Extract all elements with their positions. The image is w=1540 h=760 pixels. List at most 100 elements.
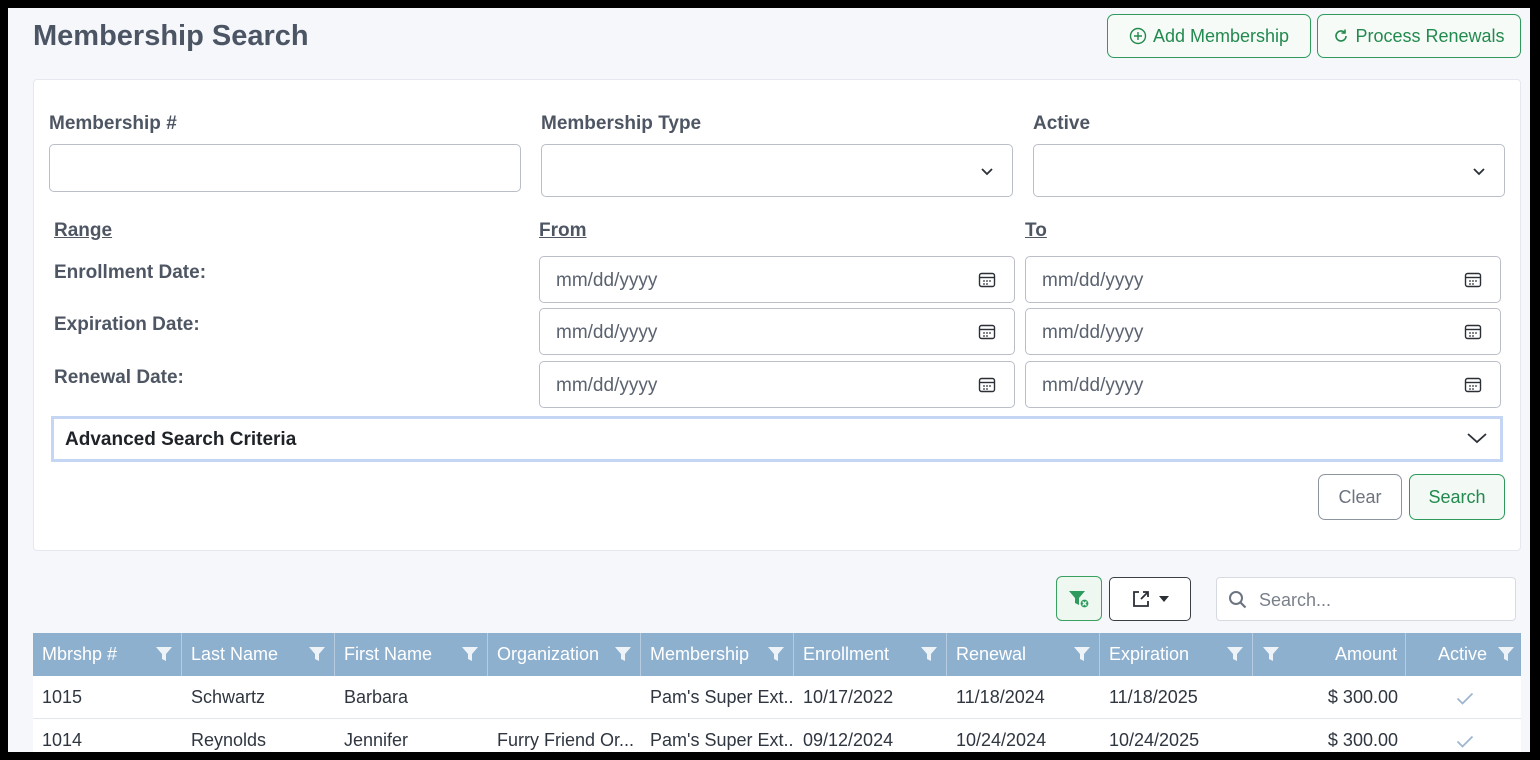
expiration-date-label: Expiration Date:: [54, 314, 200, 335]
enrollment-from-date[interactable]: mm/dd/yyyy: [539, 256, 1015, 303]
cell-last-name: Reynolds: [191, 730, 267, 750]
date-placeholder: mm/dd/yyyy: [556, 322, 658, 343]
add-membership-button[interactable]: Add Membership: [1107, 14, 1311, 58]
calendar-icon[interactable]: [1464, 376, 1482, 394]
expiration-to-date[interactable]: mm/dd/yyyy: [1025, 308, 1501, 355]
funnel-icon[interactable]: [767, 645, 785, 663]
active-label: Active: [1033, 113, 1091, 134]
cell-expiration: 11/18/2025: [1109, 687, 1198, 707]
funnel-icon[interactable]: [1262, 645, 1280, 663]
column-header-membership[interactable]: Membership: [641, 633, 794, 676]
column-header-first-name[interactable]: First Name: [335, 633, 488, 676]
search-criteria-card: Membership # Membership Type Active Rang…: [33, 79, 1521, 551]
cell-organization: Furry Friend Or...: [497, 730, 635, 750]
cell-mbrshp: 1014: [42, 730, 83, 750]
column-header-enrollment[interactable]: Enrollment: [794, 633, 947, 676]
funnel-icon[interactable]: [1497, 645, 1515, 663]
export-icon: [1133, 591, 1149, 607]
cell-mbrshp: 1015: [42, 687, 83, 707]
advanced-search-label: Advanced Search Criteria: [65, 429, 297, 450]
renewal-to-date[interactable]: mm/dd/yyyy: [1025, 361, 1501, 408]
caret-down-icon: [1159, 596, 1169, 602]
clear-filters-button[interactable]: [1056, 576, 1102, 621]
check-icon: [1456, 692, 1474, 705]
table-row[interactable]: 1014 Reynolds Jennifer Furry Friend Or..…: [33, 719, 1521, 752]
renewal-date-label: Renewal Date:: [54, 367, 184, 388]
date-placeholder: mm/dd/yyyy: [1042, 270, 1144, 291]
date-placeholder: mm/dd/yyyy: [556, 375, 658, 396]
funnel-icon[interactable]: [1226, 645, 1244, 663]
funnel-icon[interactable]: [461, 645, 479, 663]
renewal-from-date[interactable]: mm/dd/yyyy: [539, 361, 1015, 408]
chevron-down-icon: [1467, 433, 1487, 444]
add-membership-label: Add Membership: [1152, 25, 1290, 46]
enrollment-to-date[interactable]: mm/dd/yyyy: [1025, 256, 1501, 303]
membership-type-label: Membership Type: [541, 113, 702, 134]
process-renewals-button[interactable]: Process Renewals: [1317, 14, 1521, 58]
funnel-icon[interactable]: [155, 645, 173, 663]
search-icon: [1229, 591, 1247, 609]
column-header-renewal[interactable]: Renewal: [947, 633, 1100, 676]
cell-expiration: 10/24/2025: [1109, 730, 1200, 750]
calendar-icon[interactable]: [1464, 271, 1482, 289]
column-header-expiration[interactable]: Expiration: [1100, 633, 1253, 676]
funnel-icon[interactable]: [920, 645, 938, 663]
column-header-active[interactable]: Active: [1406, 633, 1521, 676]
from-header: From: [539, 220, 587, 241]
cell-active: [1406, 676, 1521, 719]
funnel-clear-icon: [1069, 590, 1090, 609]
enrollment-date-label: Enrollment Date:: [54, 262, 207, 283]
cell-organization: [488, 676, 641, 719]
column-header-last-name[interactable]: Last Name: [182, 633, 335, 676]
active-select[interactable]: [1033, 144, 1505, 197]
membership-number-input[interactable]: [49, 144, 521, 192]
cell-last-name: Schwartz: [191, 687, 266, 707]
cell-amount: $ 300.00: [1327, 730, 1398, 750]
cell-renewal: 11/18/2024: [956, 687, 1045, 707]
cell-active: [1406, 719, 1521, 752]
calendar-icon[interactable]: [978, 376, 996, 394]
range-header: Range: [54, 220, 113, 241]
refresh-icon: [1335, 29, 1348, 42]
cell-amount: $ 300.00: [1327, 687, 1398, 707]
cell-enrollment: 09/12/2024: [803, 730, 894, 750]
column-header-amount[interactable]: Amount: [1254, 633, 1406, 676]
cell-first-name: Jennifer: [344, 730, 409, 750]
plus-circle-icon: [1129, 27, 1147, 45]
column-header-mbrshp[interactable]: Mbrshp #: [33, 633, 182, 676]
grid-search-placeholder: Search...: [1259, 590, 1332, 610]
cell-membership: Pam's Super Ext...: [650, 687, 794, 707]
cell-renewal: 10/24/2024: [956, 730, 1047, 750]
calendar-icon[interactable]: [978, 323, 996, 341]
date-placeholder: mm/dd/yyyy: [556, 270, 658, 291]
date-placeholder: mm/dd/yyyy: [1042, 375, 1144, 396]
page-title: Membership Search: [33, 20, 309, 52]
funnel-icon[interactable]: [1073, 645, 1091, 663]
chevron-down-icon: [981, 168, 993, 176]
table-row[interactable]: 1015 Schwartz Barbara Pam's Super Ext...…: [33, 676, 1521, 719]
search-button[interactable]: Search: [1409, 474, 1505, 520]
expiration-from-date[interactable]: mm/dd/yyyy: [539, 308, 1015, 355]
grid-search-input[interactable]: Search...: [1216, 577, 1516, 621]
app-frame: Membership Search Add Membership Process…: [8, 8, 1530, 752]
chevron-down-icon: [1473, 168, 1485, 176]
column-header-organization[interactable]: Organization: [488, 633, 641, 676]
check-icon: [1456, 735, 1474, 748]
membership-grid: Mbrshp # Last Name First Name Organizati…: [33, 633, 1521, 752]
membership-number-label: Membership #: [49, 113, 177, 134]
calendar-icon[interactable]: [1464, 323, 1482, 341]
membership-type-select[interactable]: [541, 144, 1013, 197]
date-placeholder: mm/dd/yyyy: [1042, 322, 1144, 343]
funnel-icon[interactable]: [308, 645, 326, 663]
funnel-icon[interactable]: [614, 645, 632, 663]
export-dropdown-button[interactable]: [1109, 577, 1191, 621]
cell-first-name: Barbara: [344, 687, 409, 707]
clear-button[interactable]: Clear: [1318, 474, 1402, 520]
cell-membership: Pam's Super Ext...: [650, 730, 794, 750]
cell-enrollment: 10/17/2022: [803, 687, 894, 707]
calendar-icon[interactable]: [978, 271, 996, 289]
to-header: To: [1025, 220, 1047, 241]
process-renewals-label: Process Renewals: [1355, 25, 1505, 46]
advanced-search-toggle[interactable]: Advanced Search Criteria: [51, 416, 1503, 462]
grid-header: Mbrshp # Last Name First Name Organizati…: [33, 633, 1521, 676]
